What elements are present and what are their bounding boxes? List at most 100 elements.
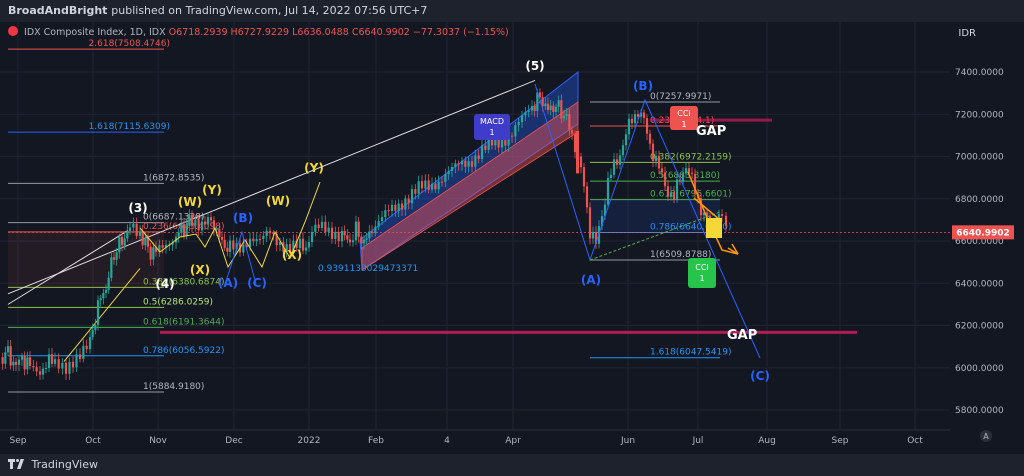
- candle-body: [334, 231, 337, 239]
- candle-body: [304, 247, 308, 251]
- candle-body: [533, 106, 536, 111]
- candle-body: [530, 106, 534, 111]
- candle-body: [26, 357, 29, 370]
- fib-level-label: 0.786(6056.5922): [143, 346, 224, 356]
- candle-gap-drop: [576, 131, 579, 174]
- candle-body: [400, 203, 404, 210]
- legend-symbol[interactable]: IDX Composite Index, 1D, IDX: [24, 27, 166, 38]
- wave-label: (B): [233, 211, 253, 225]
- candle-body: [220, 236, 224, 240]
- candle-body: [450, 166, 454, 171]
- candle-body: [410, 189, 414, 204]
- candle-body: [624, 134, 628, 146]
- candle-body: [669, 192, 673, 197]
- x-tick-label: Jun: [620, 436, 635, 446]
- candle-body: [387, 210, 390, 212]
- candle-body: [579, 156, 583, 168]
- tradingview-brand[interactable]: TradingView: [32, 458, 98, 471]
- candle-body: [397, 203, 400, 211]
- candle-body: [370, 231, 374, 234]
- candle-body: [118, 236, 121, 253]
- candle-body: [720, 214, 724, 216]
- candle-body: [645, 117, 649, 134]
- candle-body: [203, 221, 207, 225]
- candle-body: [188, 214, 191, 227]
- candle-body: [120, 236, 124, 246]
- candle-body: [651, 143, 655, 161]
- candle-body: [206, 217, 210, 225]
- highlight-box: [706, 218, 722, 238]
- candle-body: [1, 357, 4, 364]
- fib-level-label: 1(5884.9180): [143, 382, 204, 392]
- chart-area[interactable]: 7400.0000 7200.0000 7000.0000 6800.0000 6600…: [0, 22, 1024, 454]
- gap-bottom-label: GAP: [727, 328, 757, 343]
- candle-body: [324, 221, 327, 233]
- candle-body: [107, 277, 110, 290]
- wave-label: (Y): [202, 183, 222, 197]
- candle-body: [681, 173, 685, 182]
- candle-body: [440, 181, 444, 183]
- candle-body: [582, 167, 586, 187]
- candle-body: [265, 230, 268, 236]
- candle-body: [197, 219, 200, 231]
- candle-body: [417, 181, 420, 194]
- candle-body: [226, 247, 229, 252]
- wave-label: (X): [190, 263, 210, 277]
- candle-body: [374, 226, 377, 234]
- candle-body: [61, 362, 64, 369]
- candle-body: [330, 227, 334, 239]
- candle-body: [380, 217, 384, 222]
- footer-bar: TradingView: [0, 454, 1024, 476]
- y-tick-label: 7400.0000: [955, 68, 1004, 78]
- candle-body: [618, 155, 622, 165]
- x-tick-label: 2022: [298, 436, 321, 446]
- ratio-label: 0.9391139029473371: [318, 264, 418, 274]
- candle-body: [427, 180, 430, 190]
- price-chart[interactable]: 7400.00007200.00007000.00006800.00006600…: [0, 22, 1024, 454]
- candle-body: [307, 242, 311, 248]
- candle-body: [368, 231, 371, 239]
- candle-body: [161, 245, 164, 248]
- candle-body: [654, 155, 658, 161]
- candle-body: [141, 231, 144, 246]
- author-name[interactable]: BroadAndBright: [8, 4, 107, 17]
- macd-badge-label: MACD: [480, 117, 504, 126]
- x-tick-label: Sep: [832, 436, 849, 446]
- wave-label: (A): [581, 273, 601, 287]
- candle-body: [123, 238, 126, 246]
- candle-body: [91, 329, 94, 338]
- candle-body: [365, 238, 368, 240]
- auto-scale-label: A: [983, 432, 989, 441]
- candle-body: [464, 160, 467, 167]
- candle-body: [434, 183, 437, 190]
- candle-body: [444, 174, 447, 182]
- y-tick-label: 6400.0000: [955, 279, 1004, 289]
- x-tick-label: 4: [444, 436, 450, 446]
- candle-body: [390, 204, 394, 212]
- candle-body: [88, 337, 92, 350]
- candle-body: [20, 355, 24, 360]
- wave-label: (3): [128, 201, 147, 215]
- candle-body: [642, 112, 646, 118]
- candle-body: [268, 230, 272, 234]
- candle-body: [209, 217, 213, 221]
- candle-body: [94, 324, 97, 330]
- wave-label: (A): [218, 276, 238, 290]
- candle-body: [660, 168, 664, 173]
- candle-body: [35, 367, 38, 372]
- publish-info: published on TradingView.com, Jul 14, 20…: [111, 4, 428, 17]
- candle-body: [12, 361, 15, 366]
- candle-body: [544, 103, 547, 107]
- symbol-legend: IDX Composite Index, 1D, IDX O6718.2939 …: [8, 26, 509, 38]
- candle-body: [218, 229, 221, 237]
- candle-body: [657, 155, 661, 169]
- candle-body: [41, 368, 45, 375]
- legend-open: O6718.2939: [168, 27, 228, 38]
- candle-body: [621, 145, 625, 156]
- candle-body: [190, 214, 194, 227]
- candle-body: [552, 105, 555, 112]
- y-tick-label: 7200.0000: [955, 110, 1004, 120]
- candle-body: [180, 224, 183, 233]
- x-tick-label: Feb: [368, 436, 384, 446]
- wave-label: (Y): [304, 161, 324, 175]
